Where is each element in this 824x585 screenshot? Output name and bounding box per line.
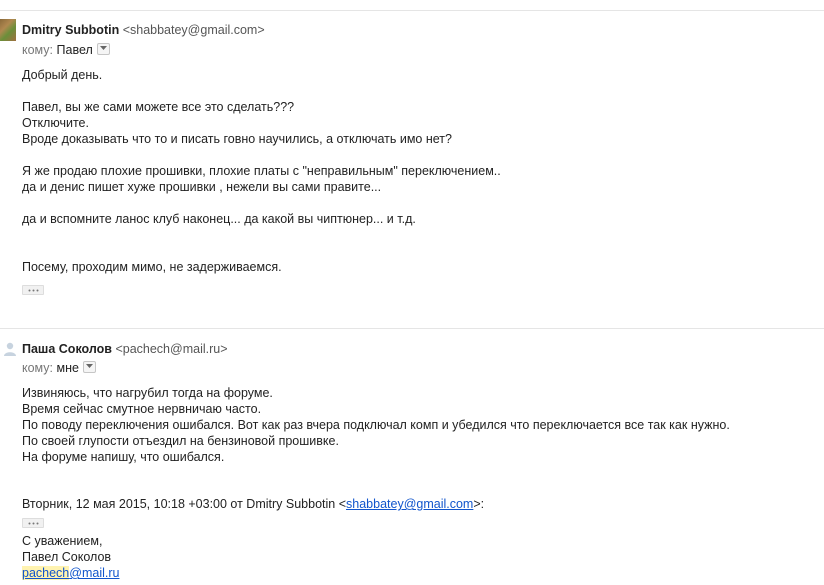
message2-sender: Паша Соколов <pachech@mail.ru> xyxy=(22,342,228,356)
to-name: Павел xyxy=(56,43,93,57)
message2-recipient: кому: мне xyxy=(22,361,96,375)
sender-name[interactable]: Dmitry Subbotin xyxy=(22,23,119,37)
email-thread: Dmitry Subbotin <shabbatey@gmail.com> ко… xyxy=(0,0,824,585)
message1-body: Добрый день. Павел, вы же сами можете вс… xyxy=(22,67,501,275)
quote-email-link[interactable]: shabbatey@gmail.com xyxy=(346,497,473,511)
body-line: да и денис пишет хуже прошивки , нежели … xyxy=(22,180,382,194)
body-line: Добрый день. xyxy=(22,68,103,82)
signature-email-domain[interactable]: @mail.ru xyxy=(69,566,119,580)
body-line xyxy=(22,243,501,259)
body-line: Отключите. xyxy=(22,116,89,130)
signature-email[interactable]: pachech@mail.ru xyxy=(22,565,119,581)
details-dropdown-button[interactable] xyxy=(82,361,96,373)
body-line: По своей глупости отъездил на бензиновой… xyxy=(22,434,339,448)
signature: С уважением, Павел Соколов pachech@mail.… xyxy=(22,533,119,581)
to-label: кому: xyxy=(22,361,54,375)
message1-recipient: кому: Павел xyxy=(22,43,110,57)
show-trimmed-content-button[interactable] xyxy=(22,285,44,295)
sender-name[interactable]: Паша Соколов xyxy=(22,342,112,356)
to-label: кому: xyxy=(22,43,54,57)
ellipsis-icon xyxy=(28,289,39,292)
signature-email-user[interactable]: pachech xyxy=(22,566,70,580)
body-line xyxy=(22,83,501,99)
body-line xyxy=(22,147,501,163)
ellipsis-icon xyxy=(28,522,39,525)
body-line: Я же продаю плохие прошивки, плохие плат… xyxy=(22,164,501,178)
body-line: Извиняюсь, что нагрубил тогда на форуме. xyxy=(22,386,273,400)
signature-line: С уважением, xyxy=(22,534,103,548)
body-line: По поводу переключения ошибался. Вот как… xyxy=(22,418,730,432)
body-line: На форуме напишу, что ошибался. xyxy=(22,450,225,464)
body-line xyxy=(22,227,501,243)
show-trimmed-content-button[interactable] xyxy=(22,518,44,528)
body-line: Посему, проходим мимо, не задерживаемся. xyxy=(22,260,282,274)
body-line: Павел, вы же сами можете все это сделать… xyxy=(22,100,295,114)
default-person-icon[interactable] xyxy=(3,341,19,357)
body-line: Вроде доказывать что то и писать говно н… xyxy=(22,132,452,146)
body-line: Время сейчас смутное нервничаю часто. xyxy=(22,402,262,416)
quote-suffix: >: xyxy=(473,497,485,511)
body-line: да и вспомните ланос клуб наконец... да … xyxy=(22,212,416,226)
quote-prefix: Вторник, 12 мая 2015, 10:18 +03:00 от Dm… xyxy=(22,497,347,511)
body-line xyxy=(22,195,501,211)
signature-line: Павел Соколов xyxy=(22,550,112,564)
sender-avatar-photo[interactable] xyxy=(0,19,16,41)
message1-sender: Dmitry Subbotin <shabbatey@gmail.com> xyxy=(22,23,265,37)
chevron-down-icon xyxy=(85,364,93,368)
message2-body: Извиняюсь, что нагрубил тогда на форуме.… xyxy=(22,385,730,465)
to-name: мне xyxy=(56,361,79,375)
sender-email: <shabbatey@gmail.com> xyxy=(122,23,265,37)
quote-header: Вторник, 12 мая 2015, 10:18 +03:00 от Dm… xyxy=(22,497,484,511)
chevron-down-icon xyxy=(99,46,107,50)
divider xyxy=(0,10,824,11)
details-dropdown-button[interactable] xyxy=(96,43,110,55)
sender-email: <pachech@mail.ru> xyxy=(115,342,228,356)
divider xyxy=(0,328,824,329)
